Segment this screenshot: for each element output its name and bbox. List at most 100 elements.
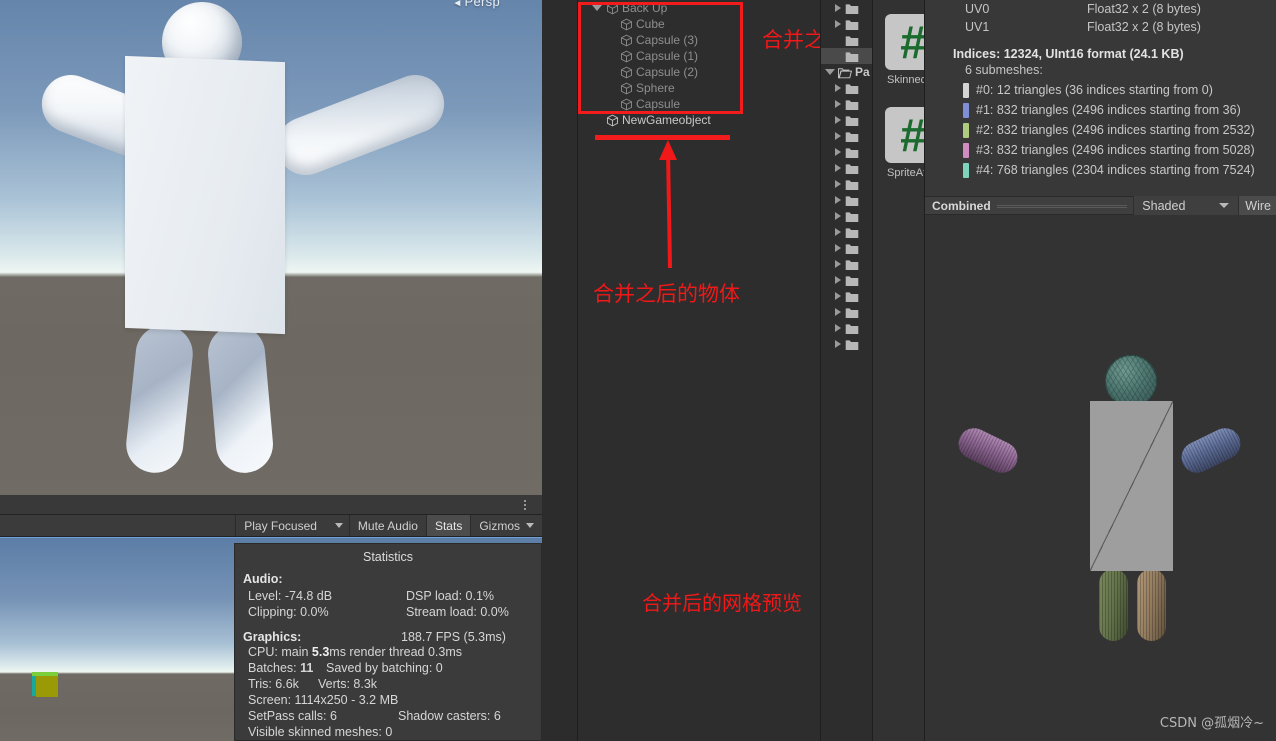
project-folder-row[interactable] [821,144,872,160]
project-folder-row[interactable] [821,128,872,144]
folder-icon [845,226,859,238]
project-folder-label: Pa [855,65,870,79]
folder-icon [845,18,859,30]
chevron-right-icon[interactable] [835,132,841,140]
chevron-right-icon[interactable] [835,308,841,316]
project-folder-row[interactable] [821,192,872,208]
folder-icon [845,146,859,158]
chevron-right-icon[interactable] [835,260,841,268]
project-folder-row[interactable] [821,336,872,352]
chevron-right-icon[interactable] [835,116,841,124]
hierarchy-panel[interactable]: Back Up Cube Capsule (3) Capsule (1) Capsule… [577,0,820,741]
chevron-right-icon[interactable] [835,100,841,108]
project-folder-row-packages[interactable]: Pa [821,64,872,80]
project-asset-grid[interactable]: # SkinnedM # SpriteAtla [872,0,941,741]
hierarchy-item-capsule-2[interactable]: Capsule (2) [578,64,820,80]
hierarchy-item-label: Cube [636,17,665,31]
chevron-right-icon[interactable] [835,228,841,236]
cube-icon [606,114,619,127]
gizmos-button[interactable]: Gizmos [470,515,542,536]
preview-arm-right-capsule [1176,422,1246,479]
more-options-icon[interactable] [518,497,532,513]
cube-icon [620,50,633,63]
project-folder-row[interactable] [821,208,872,224]
project-folder-row[interactable] [821,272,872,288]
batches-line: Batches: 11 Saved by batching: 0 [235,660,541,676]
folder-icon [845,274,859,286]
screen-line: Screen: 1114x250 - 3.2 MB [248,693,399,707]
chevron-right-icon[interactable] [835,340,841,348]
chevron-right-icon[interactable] [835,244,841,252]
submesh-row: #4: 768 triangles (2304 indices starting… [925,160,1276,180]
twisty-expanded-icon[interactable] [592,5,602,11]
chevron-right-icon[interactable] [835,212,841,220]
wireframe-toggle[interactable]: Wire [1238,196,1276,215]
folder-icon [845,194,859,206]
mesh-preview-viewport[interactable] [925,215,1276,741]
project-folder-row[interactable] [821,48,872,64]
project-folder-row[interactable] [821,256,872,272]
mute-audio-label: Mute Audio [357,518,418,533]
chevron-right-icon[interactable] [835,4,841,12]
scene-camera-label[interactable]: ◄ Persp [452,0,500,9]
project-folder-row[interactable] [821,320,872,336]
setpass-line: SetPass calls: 6 Shadow casters: 6 [235,708,541,724]
stats-toggle-button[interactable]: Stats [425,515,471,536]
project-folder-row[interactable] [821,240,872,256]
chevron-right-icon[interactable] [835,148,841,156]
play-mode-label: Play Focused [244,518,317,533]
annotation-text-merged-preview: 合并后的网格预览 [642,591,802,615]
submesh-color-swatch [963,122,969,138]
play-mode-dropdown[interactable]: Play Focused [235,515,349,536]
submesh-color-swatch [963,142,969,158]
chevron-right-icon[interactable] [835,180,841,188]
project-folder-tree[interactable]: Pa [820,0,872,741]
hierarchy-item-back-up[interactable]: Back Up [578,0,820,16]
project-folder-row[interactable] [821,288,872,304]
vertex-attribute-name: UV0 [965,2,990,16]
project-folder-row[interactable] [821,176,872,192]
audio-clipping: Clipping: 0.0% [248,605,329,619]
audio-row: Clipping: 0.0% Stream load: 0.0% [235,604,541,620]
submesh-label: #4: 768 triangles (2304 indices starting… [976,163,1255,177]
chevron-right-icon[interactable] [835,20,841,28]
hierarchy-item-newgameobject[interactable]: NewGameobject [578,112,820,128]
folder-icon [845,306,859,318]
chevron-down-icon [1219,203,1230,208]
submesh-row: #1: 832 triangles (2496 indices starting… [925,100,1276,120]
hierarchy-item-label: Capsule (3) [636,33,699,47]
project-folder-row[interactable] [821,160,872,176]
tris-count: Tris: 6.6k [248,677,299,691]
chevron-right-icon[interactable] [835,324,841,332]
chevron-down-icon[interactable] [825,69,835,75]
project-folder-row[interactable] [821,0,872,16]
project-folder-row[interactable] [821,32,872,48]
chevron-right-icon[interactable] [835,84,841,92]
project-folder-row[interactable] [821,304,872,320]
chevron-right-icon[interactable] [835,276,841,284]
folder-icon [845,114,859,126]
audio-level: Level: -74.8 dB [248,589,333,603]
tris-verts-line: Tris: 6.6k Verts: 8.3k [235,676,541,692]
setpass-calls: SetPass calls: 6 [248,709,337,723]
project-folder-row[interactable] [821,112,872,128]
scene-view[interactable]: ◄ Persp [0,0,542,495]
chevron-right-icon[interactable] [835,292,841,300]
project-folder-row[interactable] [821,224,872,240]
shading-mode-dropdown[interactable]: Shaded [1133,196,1239,215]
inspector-panel[interactable]: UV0 Float32 x 2 (8 bytes) UV1 Float32 x … [924,0,1276,741]
chevron-right-icon[interactable] [835,196,841,204]
project-folder-row[interactable] [821,80,872,96]
hierarchy-item-label: Capsule (2) [636,65,699,79]
hierarchy-item-sphere[interactable]: Sphere [578,80,820,96]
chevron-down-icon [334,523,343,528]
scene-arm-right [268,66,453,184]
cpu-prefix: CPU: main [248,645,312,659]
folder-icon [845,82,859,94]
chevron-right-icon[interactable] [835,164,841,172]
hierarchy-item-capsule[interactable]: Capsule [578,96,820,112]
mute-audio-button[interactable]: Mute Audio [348,515,426,536]
project-folder-row[interactable] [821,96,872,112]
project-folder-row[interactable] [821,16,872,32]
gizmos-label: Gizmos [479,518,520,533]
